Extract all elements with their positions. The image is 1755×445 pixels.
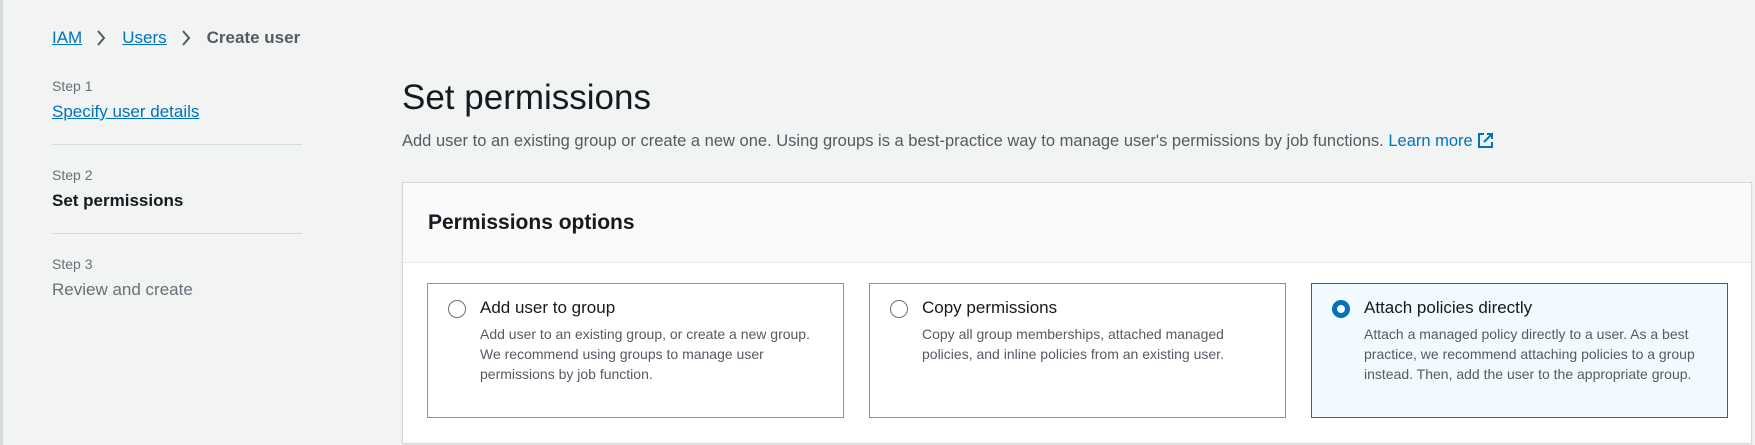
step-number: Step 3 [52,256,93,272]
step-title-review-and-create: Review and create [52,280,193,299]
card-title: Permissions options [428,210,635,234]
option-copy-permissions[interactable]: Copy permissions Copy all group membersh… [869,283,1286,418]
option-description: Add user to an existing group, or create… [480,326,810,382]
option-label: Attach policies directly [1364,298,1533,317]
external-link-icon [1477,132,1494,154]
option-label: Add user to group [480,298,616,317]
page-description: Add user to an existing group or create … [402,132,1494,154]
option-add-user-to-group[interactable]: Add user to group Add user to an existin… [427,283,844,418]
page: IAM Users Create user Step 1 Specify use… [0,0,1755,445]
breadcrumb-iam-link[interactable]: IAM [52,28,82,48]
step-3: Step 3 Review and create [52,256,302,322]
radio-button[interactable] [448,300,466,318]
breadcrumb: IAM Users Create user [52,28,300,48]
permissions-options-card: Permissions options Add user to group Ad… [402,182,1752,444]
chevron-right-icon [181,30,191,46]
permission-option-tiles: Add user to group Add user to an existin… [427,283,1728,418]
page-title: Set permissions [402,78,651,117]
wizard-steps: Step 1 Specify user details Step 2 Set p… [52,78,302,344]
step-title-set-permissions: Set permissions [52,191,184,210]
learn-more-link[interactable]: Learn more [1388,132,1493,150]
breadcrumb-current: Create user [206,28,301,47]
step-number: Step 1 [52,78,93,94]
option-description: Copy all group memberships, attached man… [922,326,1224,362]
option-attach-policies-directly[interactable]: Attach policies directly Attach a manage… [1311,283,1728,418]
card-header: Permissions options [403,183,1751,263]
chevron-right-icon [96,30,106,46]
breadcrumb-users-link[interactable]: Users [122,28,166,48]
description-text: Add user to an existing group or create … [402,132,1384,150]
option-description: Attach a managed policy directly to a us… [1364,326,1695,382]
learn-more-label: Learn more [1388,132,1473,150]
step-2: Step 2 Set permissions [52,167,302,234]
option-label: Copy permissions [922,298,1058,317]
step-link-specify-user-details[interactable]: Specify user details [52,102,302,122]
radio-button[interactable] [890,300,908,318]
left-divider [0,0,3,445]
step-1: Step 1 Specify user details [52,78,302,145]
step-number: Step 2 [52,167,93,183]
radio-button-checked[interactable] [1332,300,1350,318]
